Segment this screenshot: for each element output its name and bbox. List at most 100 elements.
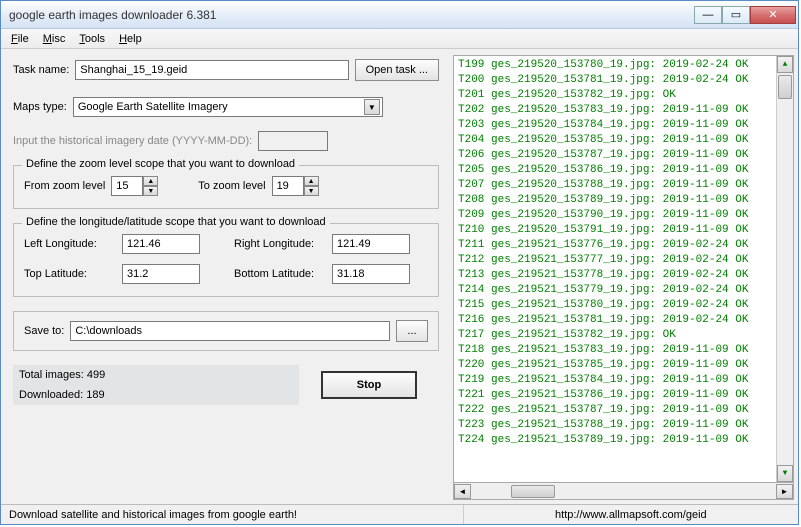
left-lon-input[interactable]: [122, 234, 200, 254]
zoom-from-buttons: ▲ ▼: [143, 176, 158, 196]
bottom-lat-row: Bottom Latitude:: [234, 264, 428, 284]
log-line: T207 ges_219520_153788_19.jpg: 2019-11-0…: [458, 178, 789, 193]
log-line: T222 ges_219521_153787_19.jpg: 2019-11-0…: [458, 403, 789, 418]
log-line: T203 ges_219520_153784_19.jpg: 2019-11-0…: [458, 118, 789, 133]
log-line: T209 ges_219520_153790_19.jpg: 2019-11-0…: [458, 208, 789, 223]
spin-down-icon[interactable]: ▼: [143, 186, 158, 196]
log-line: T219 ges_219521_153784_19.jpg: 2019-11-0…: [458, 373, 789, 388]
stop-button[interactable]: Stop: [321, 371, 417, 399]
menubar: File Misc Tools Help: [1, 29, 798, 49]
log-line: T223 ges_219521_153788_19.jpg: 2019-11-0…: [458, 418, 789, 433]
downloaded-stat: Downloaded: 189: [13, 385, 299, 405]
total-value: 499: [87, 369, 105, 381]
zoom-legend: Define the zoom level scope that you wan…: [22, 158, 299, 170]
hscroll-track[interactable]: [471, 484, 776, 499]
window-controls: — ▭ ✕: [694, 6, 796, 24]
left-lon-label: Left Longitude:: [24, 238, 116, 250]
status-left: Download satellite and historical images…: [1, 505, 464, 524]
log-pane: T199 ges_219520_153780_19.jpg: 2019-02-2…: [451, 49, 798, 504]
open-task-button[interactable]: Open task ...: [355, 59, 439, 81]
log-line: T215 ges_219521_153780_19.jpg: 2019-02-2…: [458, 298, 789, 313]
scroll-track[interactable]: [777, 73, 793, 465]
zoom-from-group: From zoom level ▲ ▼: [24, 176, 158, 196]
task-label: Task name:: [13, 64, 69, 76]
top-lat-label: Top Latitude:: [24, 268, 116, 280]
log-line: T221 ges_219521_153786_19.jpg: 2019-11-0…: [458, 388, 789, 403]
horizontal-scrollbar[interactable]: ◄ ►: [453, 483, 794, 500]
top-lat-input[interactable]: [122, 264, 200, 284]
zoom-fieldset: Define the zoom level scope that you wan…: [13, 165, 439, 209]
historical-row: Input the historical imagery date (YYYY-…: [13, 131, 439, 151]
log-line: T202 ges_219520_153783_19.jpg: 2019-11-0…: [458, 103, 789, 118]
scroll-right-icon[interactable]: ►: [776, 484, 793, 499]
stats-block: Total images: 499 Downloaded: 189: [13, 365, 299, 405]
bottom-lat-input[interactable]: [332, 264, 410, 284]
spin-up-icon[interactable]: ▲: [143, 176, 158, 186]
zoom-to-spinner[interactable]: ▲ ▼: [272, 176, 319, 196]
log-line: T206 ges_219520_153787_19.jpg: 2019-11-0…: [458, 148, 789, 163]
downloaded-label: Downloaded:: [19, 389, 86, 401]
log-line: T218 ges_219521_153783_19.jpg: 2019-11-0…: [458, 343, 789, 358]
bottom-lat-label: Bottom Latitude:: [234, 268, 326, 280]
save-path-input[interactable]: [70, 321, 390, 341]
zoom-from-input[interactable]: [111, 176, 143, 196]
downloaded-value: 189: [86, 389, 104, 401]
log-line: T199 ges_219520_153780_19.jpg: 2019-02-2…: [458, 58, 789, 73]
log-line: T204 ges_219520_153785_19.jpg: 2019-11-0…: [458, 133, 789, 148]
left-lon-row: Left Longitude:: [24, 234, 218, 254]
log-line: T201 ges_219520_153782_19.jpg: OK: [458, 88, 789, 103]
right-lon-input[interactable]: [332, 234, 410, 254]
browse-button[interactable]: ...: [396, 320, 428, 342]
zoom-to-input[interactable]: [272, 176, 304, 196]
log-line: T220 ges_219521_153785_19.jpg: 2019-11-0…: [458, 358, 789, 373]
coords-fieldset: Define the longitude/latitude scope that…: [13, 223, 439, 297]
maximize-button[interactable]: ▭: [722, 6, 750, 24]
statusbar: Download satellite and historical images…: [1, 504, 798, 524]
spin-up-icon[interactable]: ▲: [304, 176, 319, 186]
vertical-scrollbar[interactable]: ▲ ▼: [776, 56, 793, 482]
window-title: google earth images downloader 6.381: [9, 8, 694, 22]
log-line: T217 ges_219521_153782_19.jpg: OK: [458, 328, 789, 343]
close-button[interactable]: ✕: [750, 6, 796, 24]
maps-label: Maps type:: [13, 101, 67, 113]
coords-legend: Define the longitude/latitude scope that…: [22, 216, 330, 228]
bottom-row: Total images: 499 Downloaded: 189 Stop: [13, 365, 439, 405]
log-line: T214 ges_219521_153779_19.jpg: 2019-02-2…: [458, 283, 789, 298]
save-row: Save to: ...: [24, 320, 428, 342]
zoom-to-group: To zoom level ▲ ▼: [198, 176, 318, 196]
log-line: T205 ges_219520_153786_19.jpg: 2019-11-0…: [458, 163, 789, 178]
zoom-from-spinner[interactable]: ▲ ▼: [111, 176, 158, 196]
spin-down-icon[interactable]: ▼: [304, 186, 319, 196]
maps-row: Maps type: Google Earth Satellite Imager…: [13, 97, 439, 117]
coords-right-col: Right Longitude: Bottom Latitude:: [234, 234, 428, 284]
log-line: T208 ges_219520_153789_19.jpg: 2019-11-0…: [458, 193, 789, 208]
right-lon-label: Right Longitude:: [234, 238, 326, 250]
menu-tools[interactable]: Tools: [73, 31, 111, 47]
scroll-up-icon[interactable]: ▲: [777, 56, 793, 73]
minimize-button[interactable]: —: [694, 6, 722, 24]
scroll-thumb[interactable]: [778, 75, 792, 99]
menu-misc[interactable]: Misc: [37, 31, 72, 47]
total-images-stat: Total images: 499: [13, 365, 299, 385]
maps-type-select[interactable]: Google Earth Satellite Imagery ▼: [73, 97, 383, 117]
coords-left-col: Left Longitude: Top Latitude:: [24, 234, 218, 284]
scroll-down-icon[interactable]: ▼: [777, 465, 793, 482]
menu-file[interactable]: File: [5, 31, 35, 47]
action-block: Stop: [299, 365, 439, 405]
hscroll-thumb[interactable]: [511, 485, 555, 498]
dropdown-arrow-icon: ▼: [364, 99, 380, 115]
log-line: T211 ges_219521_153776_19.jpg: 2019-02-2…: [458, 238, 789, 253]
log-line: T213 ges_219521_153778_19.jpg: 2019-02-2…: [458, 268, 789, 283]
task-name-input[interactable]: [75, 60, 348, 80]
log-line: T216 ges_219521_153781_19.jpg: 2019-02-2…: [458, 313, 789, 328]
coords-grid: Left Longitude: Top Latitude: Right Long…: [24, 234, 428, 284]
zoom-from-label: From zoom level: [24, 180, 105, 192]
log-line: T200 ges_219520_153781_19.jpg: 2019-02-2…: [458, 73, 789, 88]
scroll-left-icon[interactable]: ◄: [454, 484, 471, 499]
zoom-row: From zoom level ▲ ▼ To zoom level: [24, 176, 428, 196]
top-lat-row: Top Latitude:: [24, 264, 218, 284]
log-viewer[interactable]: T199 ges_219520_153780_19.jpg: 2019-02-2…: [453, 55, 794, 483]
task-row: Task name: Open task ...: [13, 59, 439, 81]
menu-help[interactable]: Help: [113, 31, 148, 47]
save-label: Save to:: [24, 325, 64, 337]
